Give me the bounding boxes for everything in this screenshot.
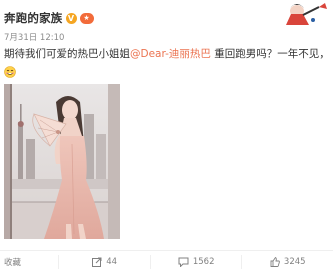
favorite-label: 收藏 — [4, 258, 22, 268]
comment-count: 1562 — [192, 257, 215, 267]
smile-emoji-icon — [4, 66, 16, 78]
weibo-post-card: 奔跑的家族 V ★ 7月31日 12:10 期待我们可爱的热巴小姐姐@Dear-… — [0, 0, 333, 272]
post-timestamp[interactable]: 7月31日 12:10 — [4, 31, 64, 43]
post-text-rest: 重回跑男吗？一年不见，甚是想 — [214, 48, 330, 60]
photo-image — [4, 84, 120, 239]
repost-count: 44 — [106, 257, 118, 267]
like-button[interactable]: 3245 — [242, 255, 333, 269]
mention-link[interactable]: @Dear-迪丽热巴 — [130, 48, 211, 60]
like-count: 3245 — [283, 257, 306, 267]
post-text: 期待我们可爱的热巴小姐姐@Dear-迪丽热巴 重回跑男吗？一年不见，甚是想 — [4, 46, 330, 62]
post-text-main: 期待我们可爱的热巴小姐姐 — [4, 48, 130, 60]
member-badge-icon: ★ — [79, 12, 94, 24]
post-author: 奔跑的家族 V ★ — [4, 9, 94, 27]
repost-icon — [92, 257, 102, 267]
post-action-bar: 收藏 44 1562 3245 — [0, 250, 333, 273]
comment-button[interactable]: 1562 — [151, 255, 243, 269]
author-name[interactable]: 奔跑的家族 — [4, 10, 63, 26]
favorite-button[interactable]: 收藏 — [0, 255, 60, 269]
comment-icon — [178, 257, 189, 267]
repost-button[interactable]: 44 — [59, 255, 151, 269]
verified-badge-icon: V — [65, 12, 77, 24]
post-photo[interactable] — [4, 84, 120, 239]
thumbs-up-icon — [270, 257, 280, 267]
corner-sticker-icon — [283, 0, 333, 27]
